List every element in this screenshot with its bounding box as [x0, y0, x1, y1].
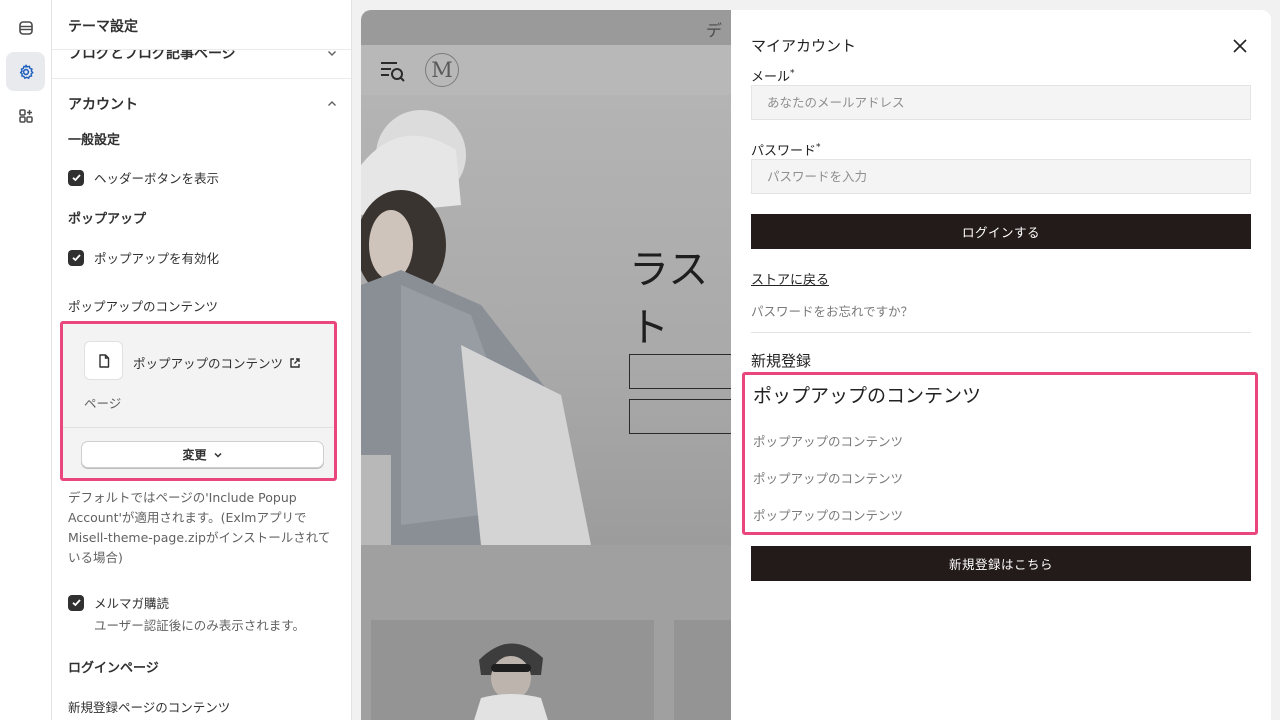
register-button[interactable]: 新規登録はこちら — [751, 546, 1251, 581]
back-to-store-link[interactable]: ストアに戻る — [751, 269, 829, 288]
icon-rail — [0, 0, 52, 720]
panel-header: テーマ設定 — [52, 0, 351, 50]
hero-heading: ラスト — [629, 247, 709, 351]
page-title: テーマ設定 — [68, 19, 138, 35]
chevron-down-icon — [213, 452, 222, 458]
email-input[interactable] — [752, 86, 1250, 119]
newsletter-checkbox[interactable]: メルマガ購読 — [68, 593, 169, 612]
section-account-label: アカウント — [68, 97, 138, 113]
password-label: パスワード* — [751, 140, 821, 159]
general-settings-heading: 一般設定 — [68, 133, 121, 148]
popup-content-block: ポップアップのコンテンツ ポップアップのコンテンツ ポップアップのコンテンツ ポ… — [742, 372, 1258, 535]
hero-button-secondary[interactable] — [629, 399, 731, 434]
picker-page-title: ポップアップのコンテンツ — [133, 356, 284, 371]
required-mark: * — [790, 68, 795, 79]
product-image — [474, 643, 548, 720]
store-header: M — [361, 45, 731, 95]
store-preview-dimmed[interactable]: デ M ラスト — [361, 10, 731, 720]
newsletter-help: ユーザー認証後にのみ表示されます。 — [94, 618, 306, 633]
checkbox-label: ヘッダーボタンを表示 — [94, 171, 220, 186]
checkbox-label: メルマガ購読 — [94, 596, 170, 611]
picker-page-type: ページ — [84, 396, 122, 411]
divider — [52, 78, 351, 79]
menu-search-icon[interactable] — [379, 57, 407, 85]
popup-content-line: ポップアップのコンテンツ — [753, 434, 904, 449]
checkbox[interactable] — [68, 169, 84, 186]
external-link-icon — [290, 357, 300, 368]
email-label: メール* — [751, 66, 795, 85]
product-card[interactable] — [371, 620, 654, 720]
sections-icon — [18, 20, 33, 35]
theme-settings-panel: ブログとブログ記事ページ テーマ設定 アカウント 一般設定 ヘッダーボタンを表示… — [52, 0, 352, 720]
drawer-title: マイアカウント — [751, 37, 857, 55]
show-header-button-checkbox[interactable]: ヘッダーボタンを表示 — [68, 168, 219, 187]
close-icon[interactable] — [1231, 37, 1249, 55]
hero-banner: ラスト — [361, 95, 731, 545]
product-grid — [361, 545, 731, 720]
section-account[interactable]: アカウント — [68, 94, 338, 114]
popup-content-line: ポップアップのコンテンツ — [753, 471, 904, 486]
checkbox-label: ポップアップを有効化 — [94, 251, 220, 266]
picker-page-link[interactable]: ポップアップのコンテンツ — [133, 353, 301, 372]
chevron-up-icon — [328, 101, 336, 106]
password-field[interactable] — [751, 159, 1251, 194]
rail-sections-button[interactable] — [6, 8, 45, 47]
login-button-label: ログインする — [961, 225, 1040, 240]
announcement-text: デ — [706, 21, 723, 40]
register-button-label: 新規登録はこちら — [948, 557, 1053, 572]
check-icon — [71, 599, 81, 607]
page-thumb — [84, 341, 123, 380]
email-field[interactable] — [751, 85, 1251, 120]
password-input[interactable] — [752, 160, 1250, 193]
document-icon — [98, 353, 109, 368]
rail-apps-button[interactable] — [6, 96, 45, 135]
register-page-content-label: 新規登録ページのコンテンツ — [68, 700, 231, 715]
popup-heading: ポップアップ — [68, 212, 147, 227]
checkbox[interactable] — [68, 594, 84, 611]
popup-content-line: ポップアップのコンテンツ — [753, 508, 904, 523]
apps-icon — [18, 108, 33, 123]
store-logo[interactable]: M — [425, 53, 459, 87]
popup-content-heading: ポップアップのコンテンツ — [753, 385, 982, 407]
change-button-label: 変更 — [182, 448, 207, 462]
email-label-text: メール — [751, 70, 791, 85]
forgot-password-link[interactable]: パスワードをお忘れですか？ — [751, 301, 913, 320]
popup-content-label: ポップアップのコンテンツ — [68, 299, 219, 314]
required-mark: * — [816, 142, 821, 153]
popup-help-text: デフォルトではページの'Include Popup Account'が適用されま… — [68, 490, 331, 565]
password-label-text: パスワード — [751, 144, 817, 159]
gear-icon — [19, 64, 33, 79]
picker-selected-page: ポップアップのコンテンツ ページ — [63, 324, 334, 428]
popup-content-picker: ポップアップのコンテンツ ページ 変更 — [60, 321, 337, 481]
announcement-bar: デ — [361, 10, 731, 45]
hero-button-primary[interactable] — [629, 354, 731, 389]
logo-letter: M — [431, 58, 453, 82]
divider — [751, 332, 1251, 333]
check-icon — [71, 254, 81, 262]
check-icon — [71, 174, 81, 182]
rail-settings-button[interactable] — [6, 52, 45, 91]
login-button[interactable]: ログインする — [751, 214, 1251, 249]
change-button[interactable]: 変更 — [81, 441, 324, 468]
account-drawer: マイアカウント メール* パスワード* ログインする ストアに戻る パスワードを… — [731, 10, 1271, 720]
enable-popup-checkbox[interactable]: ポップアップを有効化 — [68, 248, 219, 267]
register-title: 新規登録 — [751, 352, 812, 370]
product-card[interactable] — [674, 620, 731, 720]
login-page-heading: ログインページ — [68, 661, 159, 676]
checkbox[interactable] — [68, 249, 84, 266]
theme-preview: デ M ラスト マイアカウント メール* あなたのメールアドレス パスワード* … — [361, 10, 1271, 720]
